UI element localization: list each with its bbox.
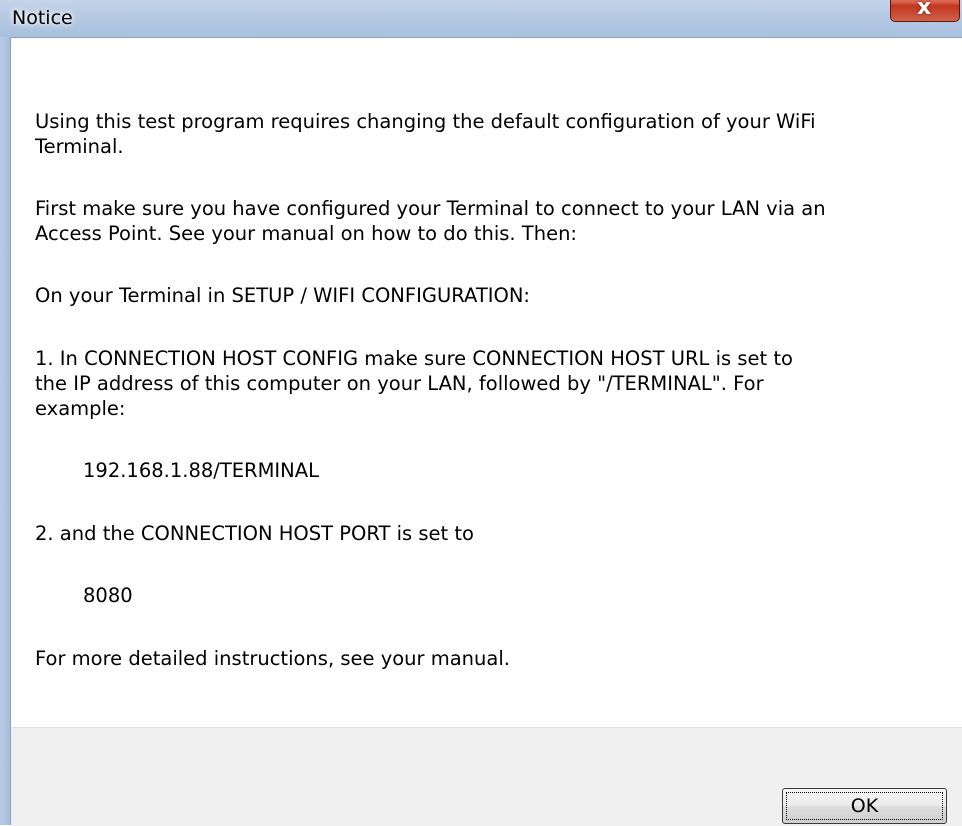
ok-button-label: OK [786,792,943,820]
window-title: Notice [12,7,73,29]
first-line-1: First make sure you have configured your… [35,197,826,220]
intro-line-2: Terminal. [35,135,124,158]
closing-line: For more detailed instructions, see your… [35,647,510,670]
example-port: 8080 [83,584,133,607]
window-frame-left [0,37,10,825]
notice-dialog: Notice x Using this test program require… [0,0,962,826]
close-button[interactable]: x [890,0,960,22]
ok-button[interactable]: OK [782,788,947,824]
button-bar: OK [11,727,962,826]
dialog-content: Using this test program requires changin… [10,37,962,826]
step1-line-2: the IP address of this computer on your … [35,372,764,395]
step1-line-3: example: [35,397,126,420]
first-line-2: Access Point. See your manual on how to … [35,222,577,245]
step2-line: 2. and the CONNECTION HOST PORT is set t… [35,522,474,545]
step1-line-1: 1. In CONNECTION HOST CONFIG make sure C… [35,347,793,370]
title-bar[interactable]: Notice x [0,0,962,37]
example-url: 192.168.1.88/TERMINAL [83,459,319,482]
intro-line-1: Using this test program requires changin… [35,110,816,133]
close-icon: x [917,0,932,20]
setup-line: On your Terminal in SETUP / WIFI CONFIGU… [35,284,530,307]
